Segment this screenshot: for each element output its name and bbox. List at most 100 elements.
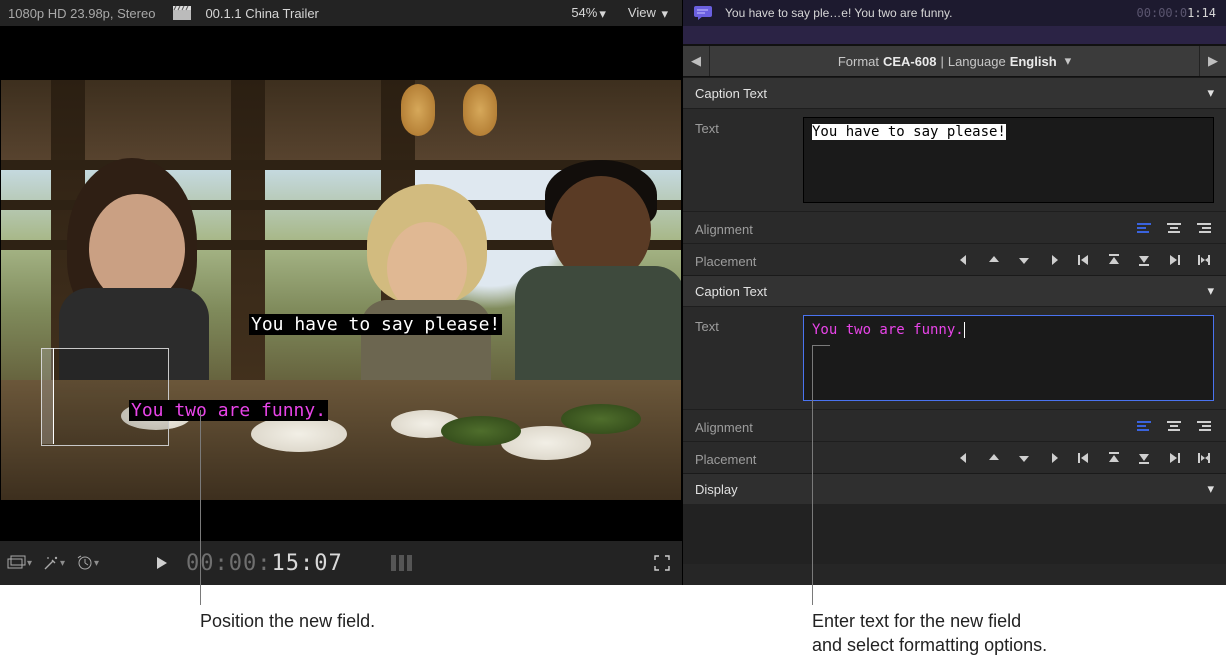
align-left-button[interactable] xyxy=(1134,418,1154,434)
prev-caption-button[interactable]: ◀ xyxy=(683,46,710,76)
viewer-pane: 1080p HD 23.98p, Stereo 00.1.1 China Tra… xyxy=(0,0,682,585)
chevron-down-icon: ▾ xyxy=(1207,283,1214,299)
nudge-left-button[interactable] xyxy=(954,252,974,268)
caption-strip[interactable] xyxy=(683,26,1226,45)
fullscreen-button[interactable] xyxy=(652,553,672,573)
alignment-row-2: Alignment xyxy=(683,409,1226,441)
viewer-canvas[interactable]: You have to say please! You two are funn… xyxy=(0,79,682,501)
viewer-toolbar: 1080p HD 23.98p, Stereo 00.1.1 China Tra… xyxy=(0,0,682,26)
view-menu-label: View xyxy=(628,5,656,20)
timecode-dim: 00:00: xyxy=(186,551,271,576)
zoom-menu[interactable]: 54%▾ xyxy=(571,5,606,21)
nudge-left-button[interactable] xyxy=(954,450,974,466)
text-label: Text xyxy=(695,315,803,334)
clapperboard-icon xyxy=(173,6,191,20)
align-right-button[interactable] xyxy=(1194,418,1214,434)
jump-right-button[interactable] xyxy=(1164,252,1184,268)
timecode-display[interactable]: 00:00:15:07 xyxy=(186,551,343,576)
nudge-up-button[interactable] xyxy=(984,252,1004,268)
chevron-down-icon: ▾ xyxy=(661,6,668,21)
placement-label: Placement xyxy=(695,250,803,269)
align-center-button[interactable] xyxy=(1164,418,1184,434)
jump-bottom-button[interactable] xyxy=(1134,252,1154,268)
text-row-2: Text You two are funny. xyxy=(683,306,1226,409)
separator: | xyxy=(940,54,943,69)
display-label: Display xyxy=(695,482,738,497)
text-label: Text xyxy=(695,117,803,136)
chevron-down-icon: ▾ xyxy=(599,6,606,21)
callout-leader-h xyxy=(812,345,830,346)
jump-top-button[interactable] xyxy=(1104,252,1124,268)
jump-right-button[interactable] xyxy=(1164,450,1184,466)
play-button[interactable] xyxy=(152,553,172,573)
chevron-down-icon: ▾ xyxy=(1207,481,1214,497)
section-title: Caption Text xyxy=(695,284,767,299)
language-label: Language xyxy=(948,54,1006,69)
alignment-label: Alignment xyxy=(695,218,803,237)
zoom-value: 54% xyxy=(571,5,597,20)
callout-leader xyxy=(200,410,201,605)
jump-left-button[interactable] xyxy=(1074,252,1094,268)
jump-top-button[interactable] xyxy=(1104,450,1124,466)
clip-name: 00.1.1 China Trailer xyxy=(205,6,318,21)
align-right-button[interactable] xyxy=(1194,220,1214,236)
alignment-row: Alignment xyxy=(683,211,1226,243)
placement-label: Placement xyxy=(695,448,803,467)
app-window: 1080p HD 23.98p, Stereo 00.1.1 China Tra… xyxy=(0,0,1226,585)
chevron-down-icon: ▾ xyxy=(1207,85,1214,101)
next-caption-button[interactable]: ▶ xyxy=(1199,46,1226,76)
caption-bounding-box[interactable] xyxy=(41,348,169,446)
caption-icon xyxy=(693,5,715,21)
caption-overlay-1[interactable]: You have to say please! xyxy=(249,314,502,335)
callout-left: Position the new field. xyxy=(200,609,375,633)
chevron-down-icon: ▾ xyxy=(1065,53,1072,69)
align-left-button[interactable] xyxy=(1134,220,1154,236)
nudge-right-button[interactable] xyxy=(1044,450,1064,466)
inspector-body: Caption Text ▾ Text You have to say plea… xyxy=(683,77,1226,585)
language-value: English xyxy=(1010,54,1057,69)
jump-bottom-button[interactable] xyxy=(1134,450,1154,466)
text-row: Text You have to say please! xyxy=(683,108,1226,211)
center-button[interactable] xyxy=(1194,252,1214,268)
alignment-label: Alignment xyxy=(695,416,803,435)
view-menu[interactable]: View ▾ xyxy=(628,5,668,21)
nudge-down-button[interactable] xyxy=(1014,450,1034,466)
caption-duration: 00:00:01:14 xyxy=(1137,6,1216,20)
viewer-canvas-wrap: You have to say please! You two are funn… xyxy=(0,26,682,541)
caption-text-header[interactable]: Caption Text ▾ xyxy=(683,77,1226,108)
callout-leader xyxy=(812,345,813,605)
format-language-menu[interactable]: Format CEA-608 | Language English ▾ xyxy=(710,46,1199,76)
jump-left-button[interactable] xyxy=(1074,450,1094,466)
caption-resize-handle[interactable] xyxy=(41,348,54,444)
placement-row-2: Placement xyxy=(683,441,1226,473)
audio-meter xyxy=(391,554,419,572)
format-label: Format xyxy=(838,54,879,69)
retime-menu[interactable]: ▾ xyxy=(78,553,98,573)
nudge-right-button[interactable] xyxy=(1044,252,1064,268)
format-language-bar: ◀ Format CEA-608 | Language English ▾ ▶ xyxy=(683,45,1226,77)
nudge-up-button[interactable] xyxy=(984,450,1004,466)
display-header[interactable]: Display ▾ xyxy=(683,473,1226,504)
caption-text-header-2[interactable]: Caption Text ▾ xyxy=(683,275,1226,306)
clip-appearance-menu[interactable]: ▾ xyxy=(10,553,30,573)
caption-summary-bar: You have to say ple…e! You two are funny… xyxy=(683,0,1226,26)
inspector-empty xyxy=(683,504,1226,564)
center-button[interactable] xyxy=(1194,450,1214,466)
format-readout: 1080p HD 23.98p, Stereo xyxy=(8,6,155,21)
chevron-down-icon: ▾ xyxy=(27,558,32,569)
caption-overlay-2[interactable]: You two are funny. xyxy=(129,400,328,421)
caption-text-field-2[interactable]: You two are funny. xyxy=(803,315,1214,401)
caption-text-field-1[interactable]: You have to say please! xyxy=(803,117,1214,203)
nudge-down-button[interactable] xyxy=(1014,252,1034,268)
format-value: CEA-608 xyxy=(883,54,936,69)
section-title: Caption Text xyxy=(695,86,767,101)
align-center-button[interactable] xyxy=(1164,220,1184,236)
effects-menu[interactable]: ▾ xyxy=(44,553,64,573)
callout-right: Enter text for the new field and select … xyxy=(812,609,1047,658)
placement-row: Placement xyxy=(683,243,1226,275)
chevron-down-icon: ▾ xyxy=(60,558,65,569)
chevron-down-icon: ▾ xyxy=(94,558,99,569)
annotation-layer: Position the new field. Enter text for t… xyxy=(0,585,1226,665)
timecode-bright: 15:07 xyxy=(271,551,342,576)
inspector-pane: You have to say ple…e! You two are funny… xyxy=(682,0,1226,585)
